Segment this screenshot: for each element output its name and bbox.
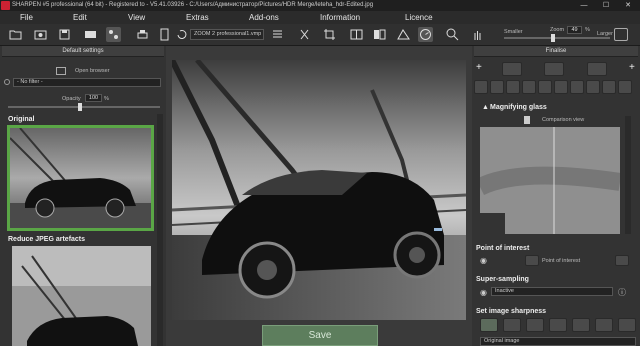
menu-edit[interactable]: Edit <box>73 11 87 24</box>
open-folder-icon[interactable] <box>8 27 23 42</box>
hand-icon[interactable] <box>470 27 485 42</box>
sharpness-3-icon[interactable] <box>526 318 544 332</box>
zoom-slider-handle[interactable] <box>551 34 555 42</box>
point-of-interest-title: Point of interest <box>476 245 530 252</box>
preset-2-icon[interactable] <box>490 80 504 94</box>
loupe-icon[interactable] <box>445 27 460 42</box>
preset-1-icon[interactable] <box>474 80 488 94</box>
save-icon[interactable] <box>57 27 72 42</box>
zoom-preset-select[interactable]: ZOOM 2 professional1.vmp <box>190 29 264 40</box>
camera-icon[interactable] <box>33 27 48 42</box>
magnifying-glass-title: Magnifying glass <box>490 104 547 111</box>
collapse-arrow-icon[interactable]: ▲ <box>482 104 489 111</box>
zoom-value-field[interactable]: 49 <box>567 26 582 34</box>
menu-extras[interactable]: Extras <box>186 11 209 24</box>
histogram-icon[interactable] <box>396 27 411 42</box>
zoom-slider-track[interactable] <box>504 37 610 39</box>
main-image-view[interactable] <box>172 60 466 320</box>
left-panel-scrollbar[interactable] <box>157 114 163 346</box>
lines-icon[interactable] <box>270 27 285 42</box>
browser-icon <box>56 67 66 75</box>
diamond-icon[interactable] <box>587 62 607 76</box>
sharpness-1-icon[interactable] <box>480 318 498 332</box>
left-panel: Default settings Open browser - No filte… <box>0 46 166 346</box>
menu-file[interactable]: File <box>20 11 33 24</box>
preset-9-icon[interactable] <box>602 80 616 94</box>
point-of-interest-icon[interactable] <box>525 255 539 266</box>
menu-licence[interactable]: Licence <box>405 11 433 24</box>
right-panel: Finalise + + ▲ Magnifying glass Comparis… <box>472 46 640 346</box>
menu-information[interactable]: Information <box>320 11 360 24</box>
maximize-button[interactable]: ☐ <box>598 0 614 11</box>
original-section-label: Original <box>8 116 35 123</box>
left-panel-header: Default settings <box>2 46 164 57</box>
right-panel-scrollbar[interactable] <box>625 116 631 234</box>
close-button[interactable]: ✕ <box>620 0 636 11</box>
zoom-smaller-label: Smaller <box>504 29 523 35</box>
sharpness-7-icon[interactable] <box>618 318 636 332</box>
opacity-slider-track[interactable] <box>8 106 160 108</box>
save-button[interactable]: Save <box>262 325 378 346</box>
menu-view[interactable]: View <box>128 11 145 24</box>
reduce-jpeg-section-label: Reduce JPEG artefacts <box>8 236 86 243</box>
magnifier-preview[interactable] <box>480 127 620 234</box>
super-sampling-title: Super-sampling <box>476 276 529 283</box>
sharpness-6-icon[interactable] <box>595 318 613 332</box>
minimize-button[interactable]: — <box>576 0 592 11</box>
split-view-icon[interactable] <box>372 27 387 42</box>
super-sampling-eye-icon[interactable]: ◉ <box>480 288 487 297</box>
preset-8-icon[interactable] <box>586 80 600 94</box>
opacity-unit-label: % <box>104 96 109 102</box>
sharpness-2-icon[interactable] <box>503 318 521 332</box>
app-icon <box>1 1 10 10</box>
title-bar: SHARPEN #5 professional (64 bit) - Regis… <box>0 0 640 11</box>
window-title: SHARPEN #5 professional (64 bit) - Regis… <box>12 2 374 8</box>
point-of-interest-settings-icon[interactable] <box>615 255 629 266</box>
gauge-icon[interactable] <box>418 27 433 42</box>
menu-bar: File Edit View Extras Add-ons Informatio… <box>0 11 640 24</box>
sharpness-select[interactable]: Original image <box>480 337 636 346</box>
super-sampling-select[interactable]: Inactive <box>491 287 613 296</box>
print-icon[interactable] <box>135 27 150 42</box>
preset-10-icon[interactable] <box>618 80 632 94</box>
sharpness-4-icon[interactable] <box>549 318 567 332</box>
open-browser-button[interactable]: Open browser <box>75 68 110 74</box>
sharpness-5-icon[interactable] <box>572 318 590 332</box>
raw-icon[interactable] <box>83 27 98 42</box>
menu-addons[interactable]: Add-ons <box>249 11 279 24</box>
comparison-toggle[interactable] <box>524 116 530 124</box>
document-icon[interactable] <box>157 27 172 42</box>
zoom-unit-label: % <box>585 27 590 33</box>
info-icon[interactable]: ⓘ <box>618 287 626 298</box>
image-icon[interactable] <box>544 62 564 76</box>
filter-toggle-icon[interactable] <box>4 79 10 85</box>
right-panel-header: Finalise <box>474 46 638 57</box>
toolbar: ZOOM 2 professional1.vmp Smaller Zoom 49… <box>0 24 640 46</box>
search-icon[interactable] <box>502 62 522 76</box>
preset-5-icon[interactable] <box>538 80 552 94</box>
preset-7-icon[interactable] <box>570 80 584 94</box>
batch-icon[interactable] <box>106 27 121 42</box>
reduce-jpeg-thumbnail[interactable] <box>12 246 151 346</box>
crop-icon[interactable] <box>322 27 337 42</box>
comparison-view-label: Comparison view <box>542 117 585 123</box>
zoom-label: Zoom <box>550 27 565 33</box>
add-right-icon[interactable]: + <box>629 62 635 73</box>
refresh-icon[interactable] <box>175 27 187 42</box>
opacity-value-field[interactable]: 100 <box>85 94 102 102</box>
opacity-label: Opacity <box>62 96 81 102</box>
cut-icon[interactable] <box>297 27 312 42</box>
original-thumbnail[interactable] <box>7 125 154 231</box>
opacity-slider-handle[interactable] <box>78 103 82 111</box>
filter-select[interactable]: - No filter - <box>13 78 161 87</box>
fit-screen-icon[interactable] <box>614 28 628 41</box>
compare-icon[interactable] <box>349 27 364 42</box>
preset-6-icon[interactable] <box>554 80 568 94</box>
add-icon[interactable]: + <box>476 62 482 73</box>
set-image-sharpness-title: Set image sharpness <box>476 308 547 315</box>
preset-3-icon[interactable] <box>506 80 520 94</box>
eye-icon[interactable]: ◉ <box>480 256 487 265</box>
point-of-interest-button[interactable]: Point of interest <box>542 258 580 264</box>
preset-4-icon[interactable] <box>522 80 536 94</box>
